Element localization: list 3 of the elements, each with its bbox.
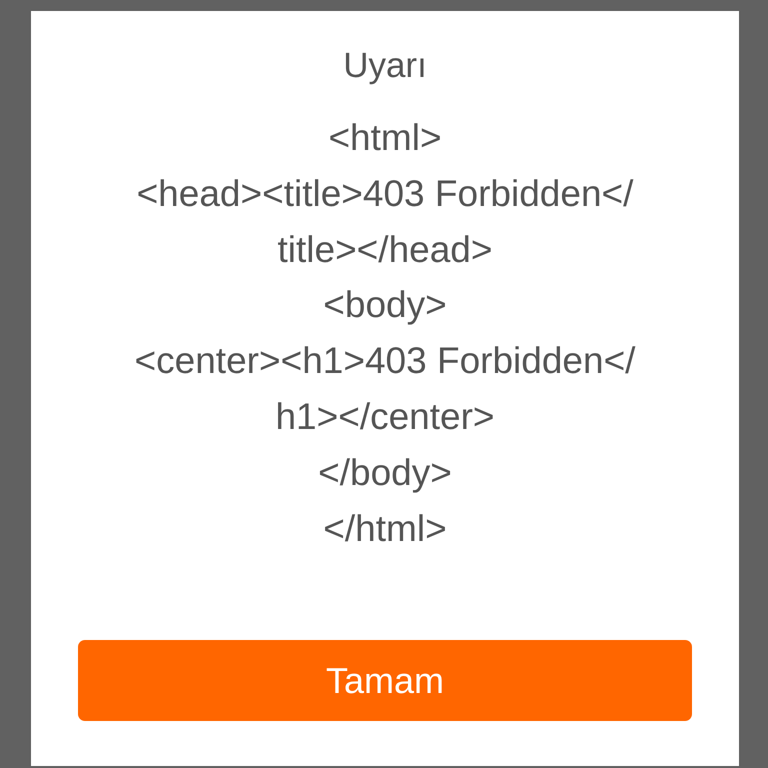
dialog-message: <html> <head><title>403 Forbidden</ title></head> <body> <center><h1>403 Forbidden</ h1></center> </body> </html> [134, 116, 636, 551]
dialog-title: Uyarı [343, 48, 427, 84]
ok-button[interactable]: Tamam [78, 640, 692, 722]
